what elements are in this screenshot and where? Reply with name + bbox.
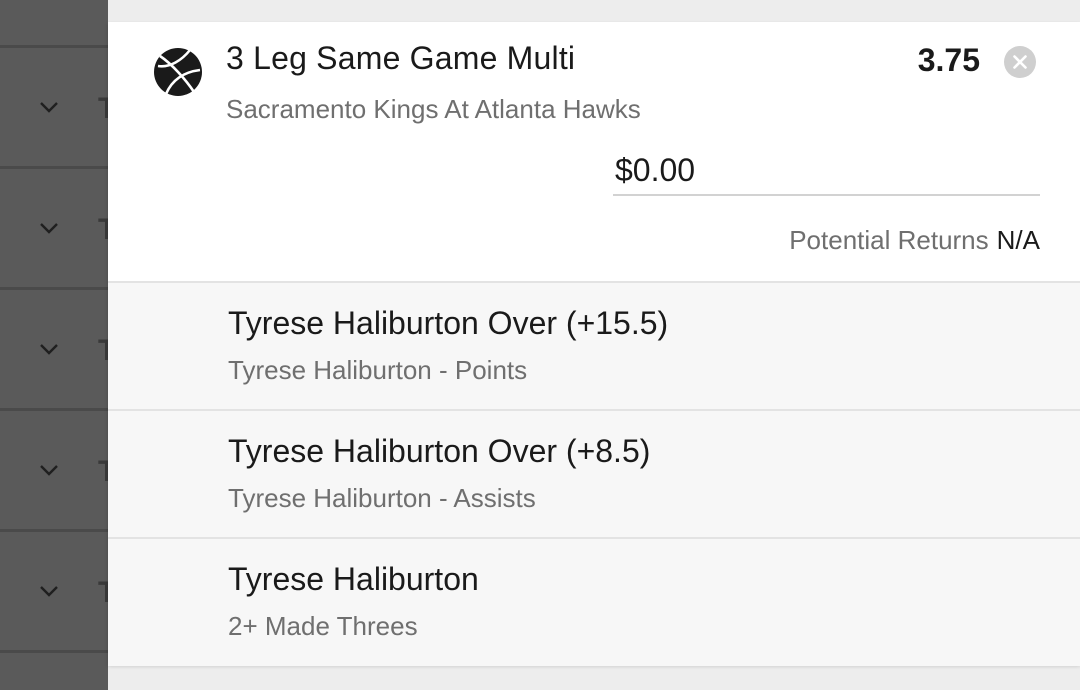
background-list-row[interactable] [0, 0, 108, 48]
chevron-down-icon [40, 101, 58, 113]
bet-leg: Tyrese Haliburton 2+ Made Threes [108, 539, 1080, 666]
background-list-row[interactable]: T [0, 172, 108, 290]
leg-title: Tyrese Haliburton [228, 561, 479, 597]
chevron-down-icon [40, 464, 58, 476]
background-list-row[interactable]: T [0, 535, 108, 653]
truncated-text: T [98, 91, 108, 125]
match-name: Sacramento Kings At Atlanta Hawks [226, 94, 641, 124]
truncated-text: T [98, 575, 108, 609]
bet-leg: Tyrese Haliburton Over (+8.5) Tyrese Hal… [108, 411, 1080, 539]
chevron-down-icon [40, 222, 58, 234]
bet-title: 3 Leg Same Game Multi [226, 40, 576, 76]
background-list-row[interactable]: T [0, 293, 108, 411]
leg-title: Tyrese Haliburton Over (+8.5) [228, 433, 651, 469]
truncated-text: T [98, 333, 108, 367]
chevron-down-icon [40, 585, 58, 597]
potential-returns-value: N/A [996, 225, 1040, 255]
background-list: T T T T T [0, 0, 108, 690]
bet-legs-list: Tyrese Haliburton Over (+15.5) Tyrese Ha… [108, 281, 1080, 666]
bet-slip-card: 3 Leg Same Game Multi Sacramento Kings A… [108, 22, 1080, 666]
leg-market: Tyrese Haliburton - Assists [228, 483, 536, 513]
remove-bet-button[interactable] [1004, 46, 1036, 78]
potential-returns: Potential Returns N/A [789, 225, 1040, 256]
background-list-row[interactable]: T [0, 51, 108, 169]
leg-title: Tyrese Haliburton Over (+15.5) [228, 305, 669, 341]
background-list-row[interactable]: T [0, 414, 108, 532]
truncated-text: T [98, 212, 108, 246]
basketball-icon [154, 48, 202, 96]
truncated-text: T [98, 454, 108, 488]
stake-input[interactable]: $0.00 [613, 148, 1040, 196]
leg-market: 2+ Made Threes [228, 611, 418, 641]
leg-market: Tyrese Haliburton - Points [228, 355, 528, 385]
close-icon [1013, 55, 1027, 69]
bet-leg: Tyrese Haliburton Over (+15.5) Tyrese Ha… [108, 283, 1080, 411]
potential-returns-label: Potential Returns [789, 225, 989, 255]
chevron-down-icon [40, 343, 58, 355]
bet-odds: 3.75 [917, 42, 980, 78]
